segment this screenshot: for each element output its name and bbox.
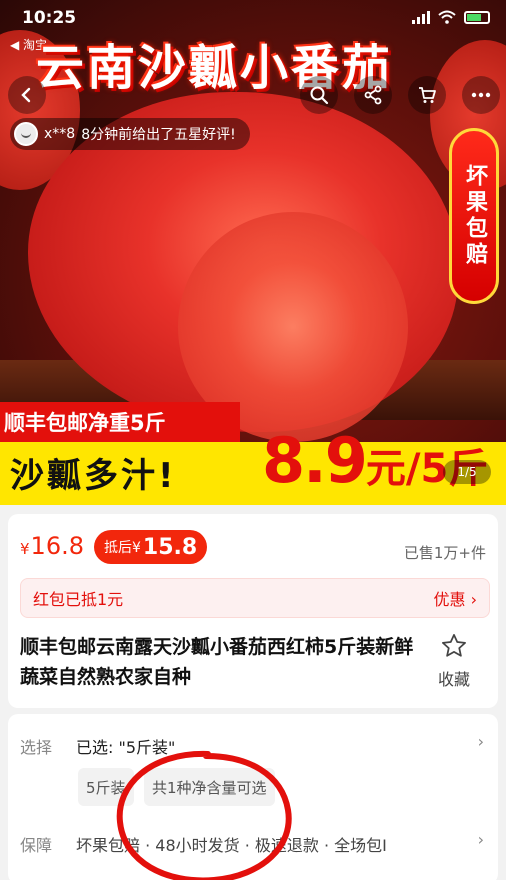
select-label: 选择 [20,738,53,757]
battery-icon [464,10,490,24]
guarantee-chevron-icon[interactable]: › [478,830,484,849]
sold-count: 已售1万+件 [403,544,486,562]
current-price: ¥ 16.8 [20,532,84,560]
status-icons [412,10,490,24]
avatar [14,122,38,146]
share-button[interactable] [354,76,392,114]
favorite-button[interactable]: 收藏 [426,632,482,690]
cart-icon [419,87,436,103]
coupon-price-badge: 抵后¥ 15.8 [94,530,208,564]
currency-symbol: ¥ [20,540,30,558]
current-price-value: 16.8 [30,532,84,560]
wifi-icon [438,10,456,24]
product-title: 顺丰包邮云南露天沙瓤小番茄西红柿5斤装新鲜蔬菜自然熟农家自种 [20,636,414,688]
star-icon [442,634,466,657]
promo-slogan: 沙瓤多汁! [10,456,177,496]
discount-action[interactable]: 优惠 › [434,586,478,610]
back-button[interactable] [8,76,46,114]
cart-button[interactable] [408,76,446,114]
coupon-price-value: 15.8 [142,534,198,560]
promo-ribbon: 顺丰包邮净重5斤 [0,402,240,442]
promo-price-number: 8.9 [262,424,368,497]
review-user: x**8 [44,126,76,142]
guarantee-text[interactable]: 坏果包赔 · 48小时发货 · 极速退款 · 全场包I [76,832,442,856]
product-page: 10:25 ◀ 淘宝 云南沙瓤小番茄 x**8 8分钟前给出了五星好评! 坏果包… [0,0,506,880]
spec-count-chip[interactable]: 共1种净含量可选 [144,768,275,806]
discount-text: 红包已抵1元 [33,590,124,609]
discount-bar[interactable]: 红包已抵1元 优惠 › [20,578,490,618]
more-icon [471,92,491,98]
favorite-label: 收藏 [437,670,470,689]
carousel-page-indicator: 1/5 [443,460,491,484]
status-time: 10:25 [22,8,77,28]
more-button[interactable] [462,76,500,114]
search-button[interactable] [300,76,338,114]
options-card: 选择 已选: "5斤装" › 5斤装 共1种净含量可选 保障 坏果包赔 · 48… [8,714,498,880]
chevron-left-icon [21,87,31,103]
guarantee-label: 保障 [20,836,53,855]
spec-chip[interactable]: 5斤装 [78,768,134,806]
search-icon [310,86,329,105]
recent-review-toast: x**8 8分钟前给出了五星好评! [10,118,250,150]
guarantee-badge: 坏果包赔 [449,128,499,304]
review-text: 8分钟前给出了五星好评! [81,127,236,143]
select-chevron-icon[interactable]: › [478,732,484,751]
signal-icon [412,10,430,24]
selected-spec[interactable]: 已选: "5斤装" [76,734,175,758]
hero-title: 云南沙瓤小番茄 [36,40,394,96]
coupon-price-tag: 抵后¥ [104,540,141,556]
price-card: ¥ 16.8 抵后¥ 15.8 已售1万+件 红包已抵1元 优惠 › 顺丰包邮云… [8,514,498,708]
share-icon [364,85,382,105]
product-image-carousel[interactable]: 10:25 ◀ 淘宝 云南沙瓤小番茄 x**8 8分钟前给出了五星好评! 坏果包… [0,0,506,505]
